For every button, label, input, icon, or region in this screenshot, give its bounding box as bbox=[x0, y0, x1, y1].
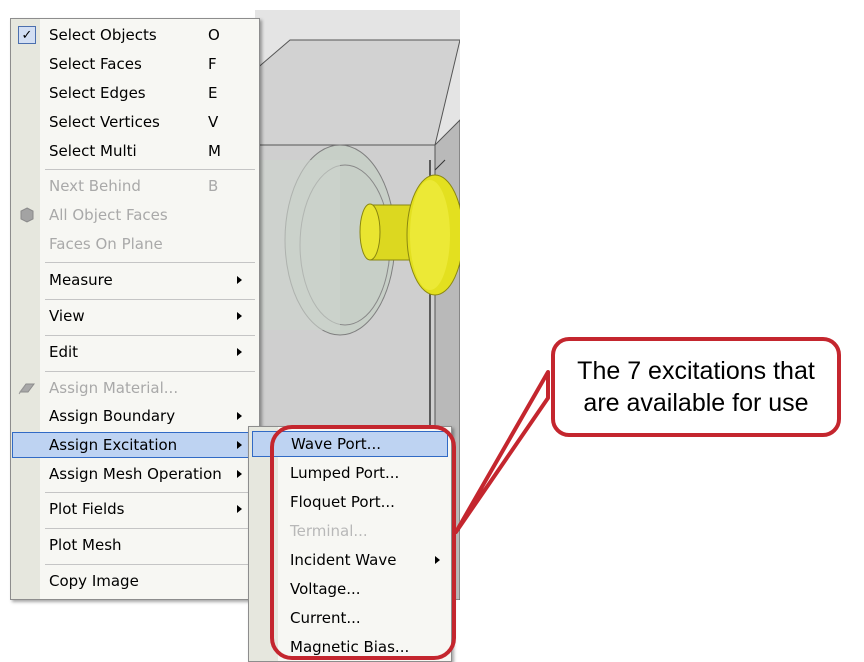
menu-item-accelerator: F bbox=[208, 55, 217, 73]
menu-item-label: Select Faces bbox=[49, 55, 142, 73]
menu-item-label: Assign Material... bbox=[49, 379, 179, 397]
menu-separator bbox=[45, 528, 255, 529]
menu-item-accelerator: O bbox=[208, 26, 220, 44]
menu-separator bbox=[45, 371, 255, 372]
menu-item-assign-material[interactable]: Assign Material... bbox=[13, 375, 257, 401]
menu-separator bbox=[45, 564, 255, 565]
menu-item-label: Select Vertices bbox=[49, 113, 160, 131]
menu-item-plot-fields[interactable]: Plot Fields bbox=[13, 496, 257, 522]
menu-item-accelerator: M bbox=[208, 142, 221, 160]
menu-item-copy-image[interactable]: Copy Image bbox=[13, 568, 257, 594]
menu-item-accelerator: E bbox=[208, 84, 218, 102]
menu-item-label: View bbox=[49, 307, 85, 325]
context-menu: ✓ Select Objects O Select Faces F Select… bbox=[10, 18, 260, 600]
submenu-arrow-icon bbox=[237, 441, 242, 449]
menu-item-select-edges[interactable]: Select Edges E bbox=[13, 80, 257, 106]
submenu-arrow-icon bbox=[237, 470, 242, 478]
submenu-arrow-icon bbox=[237, 505, 242, 513]
menu-item-plot-mesh[interactable]: Plot Mesh bbox=[13, 532, 257, 558]
menu-item-label: Measure bbox=[49, 271, 113, 289]
menu-item-label: Select Objects bbox=[49, 26, 157, 44]
menu-item-label: Select Edges bbox=[49, 84, 146, 102]
menu-separator bbox=[45, 169, 255, 170]
menu-item-measure[interactable]: Measure bbox=[13, 267, 257, 293]
annotation-callout: The 7 excitations that are available for… bbox=[551, 337, 841, 437]
menu-item-accelerator: B bbox=[208, 177, 219, 195]
menu-item-view[interactable]: View bbox=[13, 303, 257, 329]
checkmark-icon: ✓ bbox=[16, 24, 38, 46]
material-icon bbox=[16, 377, 38, 399]
menu-item-select-multi[interactable]: Select Multi M bbox=[13, 138, 257, 164]
menu-item-label: Plot Fields bbox=[49, 500, 125, 518]
menu-item-edit[interactable]: Edit bbox=[13, 339, 257, 365]
menu-item-label: Select Multi bbox=[49, 142, 137, 160]
menu-item-faces-on-plane[interactable]: Faces On Plane bbox=[13, 231, 257, 257]
submenu-arrow-icon bbox=[237, 312, 242, 320]
menu-item-assign-mesh-operation[interactable]: Assign Mesh Operation bbox=[13, 461, 257, 487]
menu-item-label: Copy Image bbox=[49, 572, 139, 590]
menu-item-label: Edit bbox=[49, 343, 79, 361]
menu-item-label: Faces On Plane bbox=[49, 235, 163, 253]
menu-separator bbox=[45, 335, 255, 336]
menu-item-all-object-faces[interactable]: All Object Faces bbox=[13, 202, 257, 228]
menu-separator bbox=[45, 492, 255, 493]
menu-item-assign-boundary[interactable]: Assign Boundary bbox=[13, 403, 257, 429]
menu-item-label: Assign Boundary bbox=[49, 407, 176, 425]
submenu-arrow-icon bbox=[237, 348, 242, 356]
submenu-arrow-icon bbox=[237, 412, 242, 420]
menu-item-select-vertices[interactable]: Select Vertices V bbox=[13, 109, 257, 135]
submenu-arrow-icon bbox=[237, 276, 242, 284]
menu-separator bbox=[45, 299, 255, 300]
menu-item-select-faces[interactable]: Select Faces F bbox=[13, 51, 257, 77]
menu-item-select-objects[interactable]: ✓ Select Objects O bbox=[13, 22, 257, 48]
menu-item-label: Assign Mesh Operation bbox=[49, 465, 222, 483]
annotation-highlight-outline bbox=[270, 425, 456, 660]
object-faces-icon bbox=[16, 204, 38, 226]
menu-separator bbox=[45, 262, 255, 263]
menu-item-next-behind[interactable]: Next Behind B bbox=[13, 173, 257, 199]
menu-item-label: Next Behind bbox=[49, 177, 141, 195]
menu-item-accelerator: V bbox=[208, 113, 219, 131]
callout-text-line-1: The 7 excitations that bbox=[577, 357, 815, 385]
menu-item-label: Assign Excitation bbox=[49, 436, 178, 454]
menu-item-label: Plot Mesh bbox=[49, 536, 122, 554]
callout-text-line-2: are available for use bbox=[583, 389, 809, 417]
menu-item-assign-excitation[interactable]: Assign Excitation bbox=[12, 432, 258, 458]
menu-item-label: All Object Faces bbox=[49, 206, 168, 224]
